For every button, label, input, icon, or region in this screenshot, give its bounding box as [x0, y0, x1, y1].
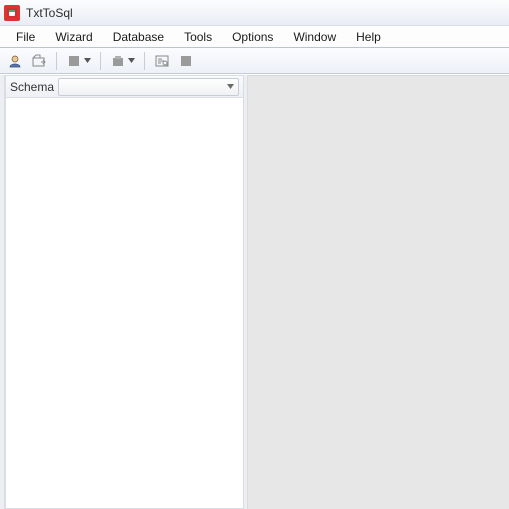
menu-file[interactable]: File [6, 28, 45, 46]
schema-label: Schema [10, 80, 54, 94]
export-split-button[interactable] [109, 52, 136, 70]
schema-row: Schema [6, 76, 243, 98]
titlebar: TxtToSql [0, 0, 509, 26]
chevron-down-icon [227, 84, 234, 89]
schema-select[interactable] [58, 78, 239, 96]
export-button[interactable] [109, 52, 127, 70]
dropdown-arrow-icon[interactable] [127, 58, 136, 63]
workspace-area [248, 75, 509, 509]
execute-button[interactable] [177, 52, 195, 70]
toolbar [0, 48, 509, 74]
open-button[interactable] [30, 52, 48, 70]
schema-list-area[interactable] [6, 98, 243, 508]
toolbar-separator [100, 52, 101, 70]
menubar: File Wizard Database Tools Options Windo… [0, 26, 509, 48]
schema-panel: Schema [5, 75, 243, 509]
menu-window[interactable]: Window [283, 28, 346, 46]
menu-wizard[interactable]: Wizard [45, 28, 102, 46]
toolbar-separator [144, 52, 145, 70]
query-button[interactable] [153, 52, 171, 70]
app-title: TxtToSql [26, 6, 73, 20]
menu-database[interactable]: Database [103, 28, 174, 46]
dropdown-arrow-icon[interactable] [83, 58, 92, 63]
menu-help[interactable]: Help [346, 28, 391, 46]
content-area: Schema [5, 75, 509, 509]
toolbar-separator [56, 52, 57, 70]
menu-tools[interactable]: Tools [174, 28, 222, 46]
import-button[interactable] [65, 52, 83, 70]
import-split-button[interactable] [65, 52, 92, 70]
session-manager-button[interactable] [6, 52, 24, 70]
menu-options[interactable]: Options [222, 28, 283, 46]
app-icon [4, 5, 20, 21]
